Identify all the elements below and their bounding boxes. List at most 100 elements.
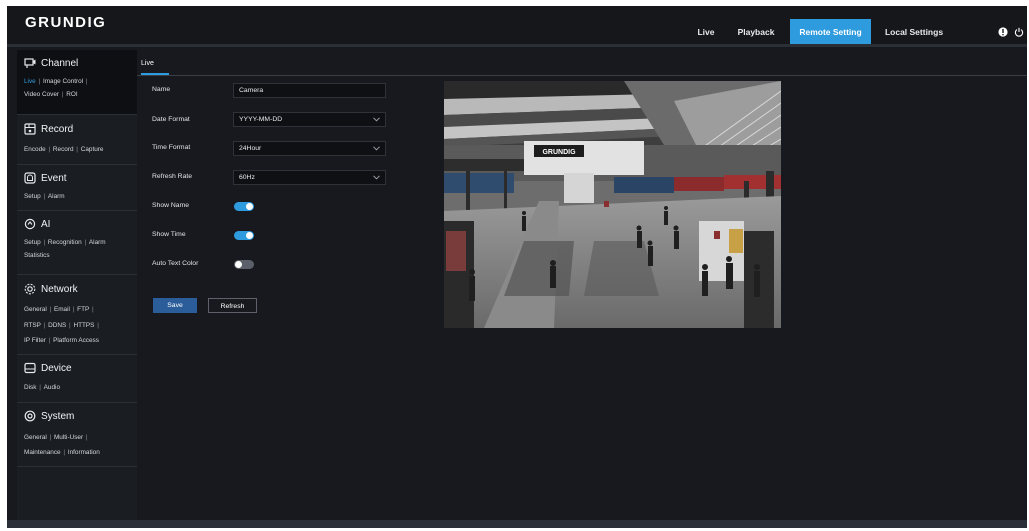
- sidebar-head-channel[interactable]: Channel: [24, 56, 78, 70]
- sidebar-link-live[interactable]: Live: [24, 78, 36, 85]
- sidebar-link-statistics[interactable]: Statistics: [24, 252, 50, 259]
- sidebar-link-disk[interactable]: Disk: [24, 384, 36, 391]
- refresh-button[interactable]: Refresh: [208, 298, 257, 313]
- power-icon[interactable]: [1014, 27, 1024, 37]
- sidebar-head-ai[interactable]: AI: [24, 217, 50, 231]
- sidebar-title-network: Network: [41, 283, 78, 295]
- sidebar-link-encode[interactable]: Encode: [24, 146, 46, 153]
- sidebar-group-network: Network General | Email | FTP | RTSP | D…: [17, 274, 137, 355]
- sidebar-link-alarm[interactable]: Alarm: [48, 193, 65, 200]
- time-format-label: Time Format: [152, 144, 191, 151]
- nav-local-settings[interactable]: Local Settings: [879, 19, 949, 46]
- event-icon: [24, 172, 36, 184]
- sidebar-link-roi[interactable]: ROI: [66, 91, 77, 98]
- nav-remote-setting[interactable]: Remote Setting: [790, 19, 871, 46]
- ai-icon: [24, 218, 36, 230]
- show-name-toggle[interactable]: [234, 202, 254, 211]
- sidebar-links-network: General | Email | FTP | RTSP | DDNS | HT…: [24, 306, 99, 344]
- sidebar-link-multi-user[interactable]: Multi-User: [54, 434, 83, 441]
- device-icon: [24, 362, 36, 374]
- sidebar-head-device[interactable]: Device: [24, 361, 72, 375]
- sidebar-links-system: General | Multi-User | Maintenance | Inf…: [24, 434, 100, 456]
- show-time-toggle[interactable]: [234, 231, 254, 240]
- sidebar-link-rtsp[interactable]: RTSP: [24, 322, 41, 329]
- sidebar-link-information[interactable]: Information: [68, 449, 100, 456]
- channel-icon: [24, 58, 36, 68]
- toggle-knob: [235, 261, 242, 268]
- sidebar-link-maintenance[interactable]: Maintenance: [24, 449, 61, 456]
- tab-divider: [137, 75, 1027, 76]
- tab-live[interactable]: Live: [141, 54, 171, 75]
- sidebar-link-platform-access[interactable]: Platform Access: [53, 337, 99, 344]
- date-format-select[interactable]: YYYY-MM-DD: [233, 112, 386, 127]
- sidebar-link-https[interactable]: HTTPS: [73, 322, 94, 329]
- bottom-strip: [7, 520, 1027, 528]
- sidebar-group-channel: Channel Live | Image Control | Video Cov…: [17, 50, 137, 115]
- sidebar-title-event: Event: [41, 172, 67, 184]
- time-format-select[interactable]: 24Hour: [233, 141, 386, 156]
- sidebar-link-net-general[interactable]: General: [24, 306, 47, 313]
- toggle-knob: [246, 203, 253, 210]
- sidebar-head-network[interactable]: Network: [24, 282, 78, 296]
- sidebar-links-ai: Setup | Recognition | Alarm Statistics: [24, 239, 106, 259]
- sidebar-link-ai-alarm[interactable]: Alarm: [89, 239, 106, 246]
- sidebar-link-image-control[interactable]: Image Control: [43, 78, 83, 85]
- refresh-rate-label: Refresh Rate: [152, 173, 193, 180]
- auto-text-color-label: Auto Text Color: [152, 260, 199, 267]
- sidebar-link-capture[interactable]: Capture: [81, 146, 104, 153]
- nav-playback[interactable]: Playback: [733, 19, 779, 46]
- date-format-label: Date Format: [152, 116, 190, 123]
- save-button[interactable]: Save: [153, 298, 197, 313]
- sidebar-title-record: Record: [41, 123, 74, 135]
- chevron-down-icon: [373, 175, 380, 180]
- sidebar-title-system: System: [41, 410, 75, 422]
- record-icon: [24, 123, 36, 135]
- sidebar-head-event[interactable]: Event: [24, 171, 67, 185]
- sidebar-link-video-cover[interactable]: Video Cover: [24, 91, 59, 98]
- sidebar-links-channel: Live | Image Control | Video Cover | ROI: [24, 78, 88, 98]
- tab-live-label: Live: [141, 60, 154, 67]
- sidebar-group-event: Event Setup | Alarm: [17, 164, 137, 211]
- auto-text-color-toggle[interactable]: [234, 260, 254, 269]
- name-field[interactable]: Camera: [233, 83, 386, 98]
- sidebar-group-ai: AI Setup | Recognition | Alarm Statistic…: [17, 210, 137, 275]
- sidebar-link-ftp[interactable]: FTP: [77, 306, 89, 313]
- sidebar-link-email[interactable]: Email: [54, 306, 70, 313]
- grundig-logo: GRUNDIG: [25, 14, 107, 31]
- top-bar-divider: [7, 44, 1027, 47]
- sidebar-link-sys-general[interactable]: General: [24, 434, 47, 441]
- sidebar-title-device: Device: [41, 362, 72, 374]
- sidebar-link-ip-filter[interactable]: IP Filter: [24, 337, 46, 344]
- preview-sign: GRUNDIG: [542, 149, 576, 156]
- sidebar-group-system: System General | Multi-User | Maintenanc…: [17, 402, 137, 467]
- sidebar-link-ai-setup[interactable]: Setup: [24, 239, 41, 246]
- system-icon: [24, 410, 36, 422]
- time-format-value: 24Hour: [239, 145, 262, 152]
- sidebar-link-audio[interactable]: Audio: [44, 384, 60, 391]
- sidebar-title-ai: AI: [41, 218, 51, 230]
- refresh-rate-value: 60Hz: [239, 174, 255, 181]
- chevron-down-icon: [373, 117, 380, 122]
- sidebar-links-event: Setup | Alarm: [24, 193, 65, 200]
- network-icon: [24, 283, 36, 295]
- chevron-down-icon: [373, 146, 380, 151]
- sidebar: Channel Live | Image Control | Video Cov…: [17, 50, 137, 520]
- sidebar-link-ddns[interactable]: DDNS: [48, 322, 66, 329]
- nav-live[interactable]: Live: [691, 19, 721, 46]
- toggle-knob: [246, 232, 253, 239]
- refresh-rate-select[interactable]: 60Hz: [233, 170, 386, 185]
- top-bar: GRUNDIG Live Playback Remote Setting Loc…: [7, 6, 1027, 46]
- show-time-label: Show Time: [152, 231, 186, 238]
- info-icon[interactable]: [998, 27, 1008, 37]
- station-scene-image: GRUNDIG: [444, 81, 781, 328]
- main-panel: Live Name Camera Date Format YYYY-MM-DD …: [137, 50, 1027, 520]
- sidebar-link-setup[interactable]: Setup: [24, 193, 41, 200]
- name-field-value: Camera: [239, 87, 264, 94]
- date-format-value: YYYY-MM-DD: [239, 116, 283, 123]
- sidebar-head-record[interactable]: Record: [24, 122, 73, 136]
- sidebar-head-system[interactable]: System: [24, 409, 74, 423]
- sidebar-link-recognition[interactable]: Recognition: [48, 239, 82, 246]
- sidebar-links-device: Disk | Audio: [24, 384, 61, 391]
- sidebar-link-record[interactable]: Record: [53, 146, 74, 153]
- sidebar-title-channel: Channel: [41, 57, 79, 69]
